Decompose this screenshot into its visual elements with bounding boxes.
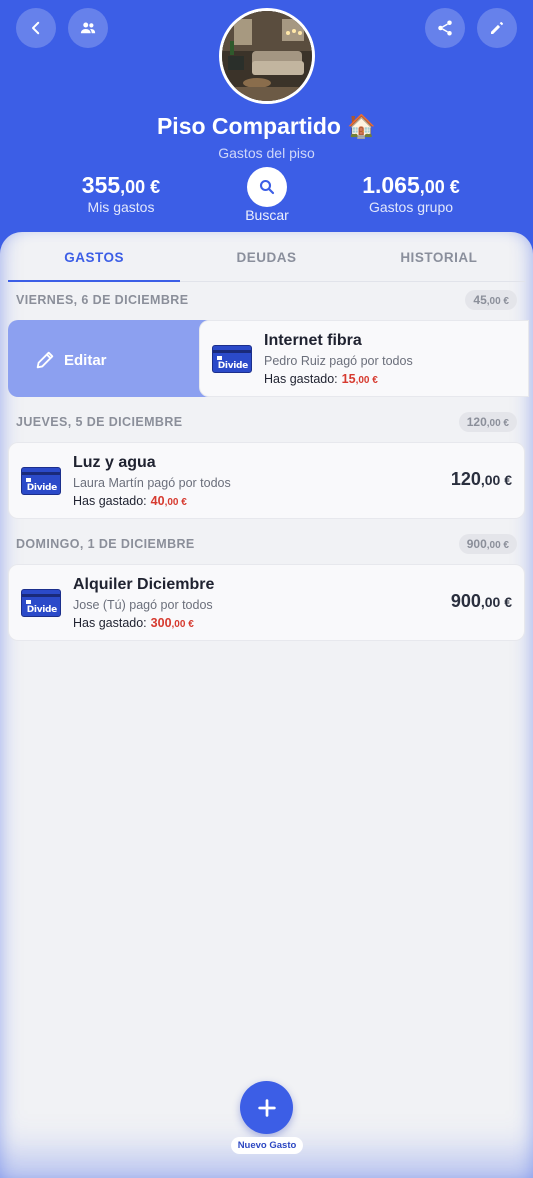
- edit-action-button[interactable]: Editar: [34, 349, 107, 371]
- expense-title: Internet fibra: [264, 332, 362, 349]
- back-button[interactable]: [16, 8, 56, 48]
- tab-bar: GASTOS DEUDAS HISTORIAL: [8, 232, 525, 282]
- tab-historial[interactable]: HISTORIAL: [353, 232, 525, 281]
- expense-payer: Pedro Ruiz pagó por todos: [264, 354, 413, 368]
- chevron-left-icon: [32, 21, 40, 35]
- day-date: DOMINGO, 1 DE DICIEMBRE: [16, 537, 195, 551]
- living-room-image: [222, 11, 312, 101]
- tab-gastos[interactable]: GASTOS: [8, 232, 181, 282]
- plus-icon: [257, 1098, 276, 1117]
- expense-payer: Laura Martín pagó por todos: [73, 476, 231, 490]
- tab-deudas[interactable]: DEUDAS: [180, 232, 352, 281]
- expense-title: Alquiler Diciembre: [73, 576, 215, 593]
- group-expenses-amount: 1.065,00 €: [362, 172, 460, 198]
- pencil-icon: [491, 22, 503, 34]
- search-icon: [259, 179, 275, 195]
- share-button[interactable]: [425, 8, 465, 48]
- people-icon: [80, 22, 96, 34]
- day-date: VIERNES, 6 DE DICIEMBRE: [16, 293, 189, 307]
- expense-card[interactable]: Divide Luz y agua Laura Martín pagó por …: [8, 442, 525, 519]
- group-title: Piso Compartido 🏠: [156, 113, 377, 139]
- expense-amount: 900,00 €: [450, 591, 512, 611]
- search-label: Buscar: [245, 207, 289, 223]
- day-date: JUEVES, 5 DE DICIEMBRE: [16, 415, 183, 429]
- card-icon: Divide: [21, 589, 61, 617]
- my-expenses-amount: 355,00 €: [81, 172, 161, 198]
- group-subtitle: Gastos del piso: [218, 145, 315, 161]
- group-avatar[interactable]: [219, 8, 315, 104]
- new-expense-button[interactable]: [240, 1081, 293, 1134]
- day-header: JUEVES, 5 DE DICIEMBRE 120,00 €: [16, 411, 517, 433]
- expense-card[interactable]: Divide Alquiler Diciembre Jose (Tú) pagó…: [8, 564, 525, 641]
- day-header: VIERNES, 6 DE DICIEMBRE 45,00 €: [16, 289, 517, 311]
- group-header: Piso Compartido 🏠 Gastos del piso 355,00…: [0, 0, 533, 260]
- day-total: 900,00 €: [458, 534, 517, 554]
- search-button[interactable]: [247, 167, 287, 207]
- expense-spent: Has gastado: 300,00 €: [73, 616, 194, 630]
- expense-spent: Has gastado: 40,00 €: [73, 494, 187, 508]
- day-header: DOMINGO, 1 DE DICIEMBRE 900,00 €: [16, 533, 517, 555]
- my-expenses-label: Mis gastos: [87, 199, 155, 215]
- expense-card[interactable]: Divide Internet fibra Pedro Ruiz pagó po…: [199, 320, 529, 397]
- expense-title: Luz y agua: [73, 454, 156, 471]
- edit-label: Editar: [64, 351, 107, 369]
- expense-amount: 120,00 €: [450, 469, 512, 489]
- new-expense-label: Nuevo Gasto: [231, 1137, 303, 1154]
- share-icon: [438, 20, 452, 36]
- day-total: 45,00 €: [465, 290, 517, 310]
- day-total: 120,00 €: [458, 412, 517, 432]
- group-expenses-stat: 1.065,00 € Gastos grupo: [326, 172, 496, 215]
- edit-group-button[interactable]: [477, 8, 517, 48]
- card-icon: Divide: [21, 467, 61, 495]
- pencil-outline-icon: [36, 351, 54, 369]
- my-expenses-stat: 355,00 € Mis gastos: [36, 172, 206, 215]
- group-photo: [222, 11, 312, 101]
- expense-payer: Jose (Tú) pagó por todos: [73, 598, 213, 612]
- members-button[interactable]: [68, 8, 108, 48]
- card-icon: Divide: [212, 345, 252, 373]
- group-expenses-label: Gastos grupo: [368, 199, 454, 215]
- expense-spent: Has gastado: 15,00 €: [264, 372, 378, 386]
